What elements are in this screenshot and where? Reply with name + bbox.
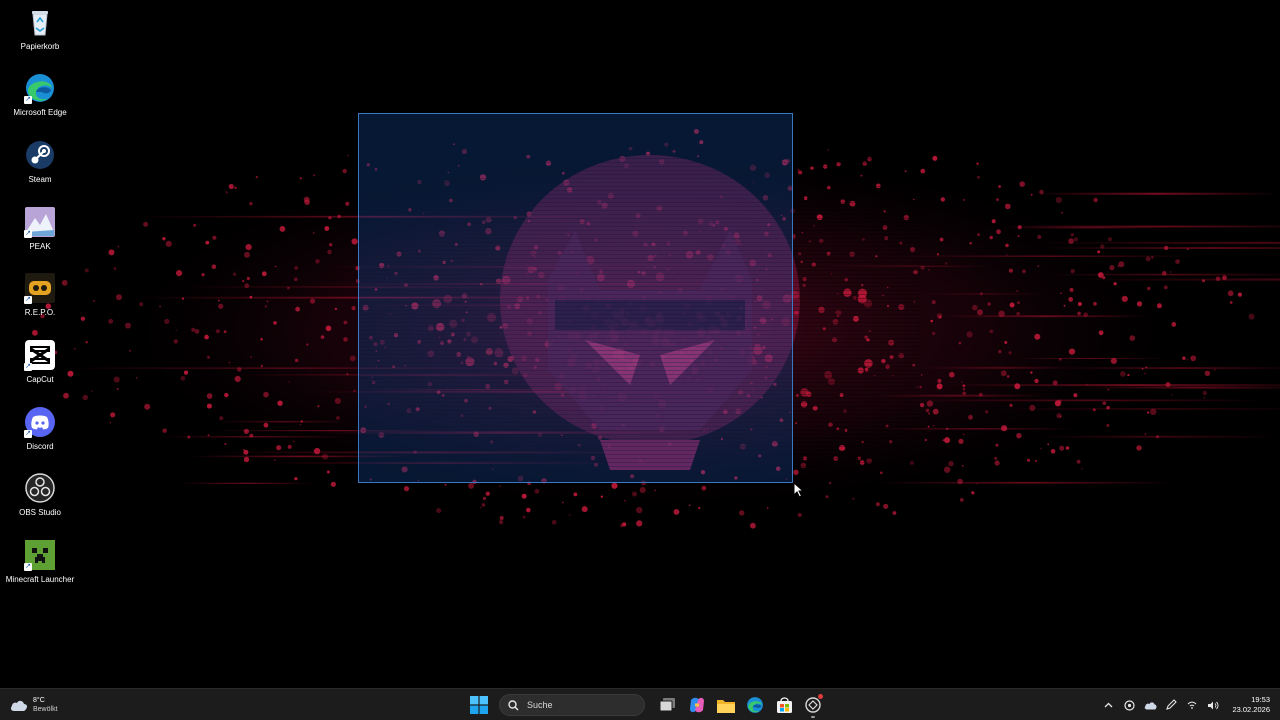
task-view-icon [660, 698, 675, 712]
repo-app-taskbar-button[interactable] [800, 692, 826, 718]
desktop-icon-label: Discord [26, 442, 54, 451]
running-indicator [811, 716, 815, 718]
taskbar: 8°C Bewölkt Suche 19:53 23.02.2026 [0, 688, 1280, 720]
notification-badge [818, 694, 823, 699]
desktop-icon-microsoft-edge[interactable]: ↗ Microsoft Edge [0, 68, 80, 132]
onedrive-cloud-icon [1144, 701, 1157, 709]
peak-icon: ↗ [24, 206, 56, 238]
mouse-cursor-icon [793, 482, 805, 498]
system-tray: 19:53 23.02.2026 [1096, 693, 1270, 717]
network-button[interactable] [1183, 696, 1201, 714]
file-explorer-button[interactable] [713, 692, 739, 718]
search-placeholder: Suche [527, 700, 553, 710]
recycle-bin-icon [24, 6, 56, 38]
microsoft-store-icon [776, 696, 792, 713]
desktop-icon-label: Papierkorb [20, 42, 60, 51]
steam-icon [24, 139, 56, 171]
desktop-icon-steam[interactable]: Steam [0, 135, 80, 199]
task-view-button[interactable] [655, 692, 681, 718]
weather-widget[interactable]: 8°C Bewölkt [10, 693, 58, 717]
windows-logo-icon [470, 696, 488, 714]
copilot-icon [690, 697, 704, 713]
shortcut-arrow-icon: ↗ [24, 96, 32, 104]
search-icon [508, 699, 519, 711]
desktop-icon-recycle-bin[interactable]: Papierkorb [0, 2, 80, 66]
file-explorer-icon [717, 699, 735, 713]
repo-icon: ↗ [24, 272, 56, 304]
desktop-icon-repo[interactable]: ↗ R.E.P.O. [0, 268, 80, 332]
discord-icon: ↗ [24, 406, 56, 438]
volume-button[interactable] [1204, 696, 1222, 714]
weather-condition: Bewölkt [33, 706, 58, 713]
shortcut-arrow-icon: ↗ [24, 230, 32, 238]
obs-icon [24, 472, 56, 504]
shortcut-arrow-icon: ↗ [24, 430, 32, 438]
desktop-icon-minecraft-launcher[interactable]: ↗ Minecraft Launcher [0, 535, 80, 599]
app-tray-icon [1124, 699, 1135, 711]
desktop-icon-peak[interactable]: ↗ PEAK [0, 202, 80, 266]
weather-temperature: 8°C [33, 697, 45, 704]
taskbar-search-box[interactable]: Suche [499, 694, 645, 716]
desktop-icon-label: Microsoft Edge [13, 108, 67, 117]
clock-date: 23.02.2026 [1232, 705, 1270, 714]
desktop-icon-label: OBS Studio [19, 508, 61, 517]
shortcut-arrow-icon: ↗ [24, 363, 32, 371]
microsoft-store-button[interactable] [771, 692, 797, 718]
desktop-icon-label: R.E.P.O. [24, 308, 56, 317]
shortcut-arrow-icon: ↗ [24, 563, 32, 571]
edge-icon: ↗ [24, 72, 56, 104]
desktop-icon-label: CapCut [26, 375, 54, 384]
edge-icon [747, 697, 763, 713]
desktop-icon-obs-studio[interactable]: OBS Studio [0, 468, 80, 532]
desktop-icon-discord[interactable]: ↗ Discord [0, 402, 80, 466]
onedrive-button[interactable] [1141, 696, 1159, 714]
desktop-icon-label: PEAK [29, 242, 51, 251]
start-button[interactable] [466, 692, 492, 718]
speaker-icon [1207, 701, 1219, 709]
desktop-icon-label: Minecraft Launcher [5, 575, 75, 584]
taskbar-clock[interactable]: 19:53 23.02.2026 [1232, 695, 1270, 715]
desktop-icon-capcut[interactable]: ↗ CapCut [0, 335, 80, 399]
minecraft-icon: ↗ [24, 539, 56, 571]
show-hidden-icons-button[interactable] [1099, 696, 1117, 714]
copilot-button[interactable] [684, 692, 710, 718]
drag-selection-rectangle [358, 113, 793, 483]
pen-menu-button[interactable] [1162, 696, 1180, 714]
tray-app-button[interactable] [1120, 696, 1138, 714]
shortcut-arrow-icon: ↗ [24, 296, 32, 304]
wifi-icon [1188, 701, 1197, 709]
edge-taskbar-button[interactable] [742, 692, 768, 718]
taskbar-center: Suche [466, 692, 829, 718]
desktop-icon-label: Steam [28, 175, 52, 184]
cloud-icon [10, 700, 28, 711]
capcut-icon: ↗ [24, 339, 56, 371]
pen-icon [1166, 699, 1178, 710]
clock-time: 19:53 [1251, 695, 1270, 704]
chevron-up-icon [1104, 702, 1113, 708]
